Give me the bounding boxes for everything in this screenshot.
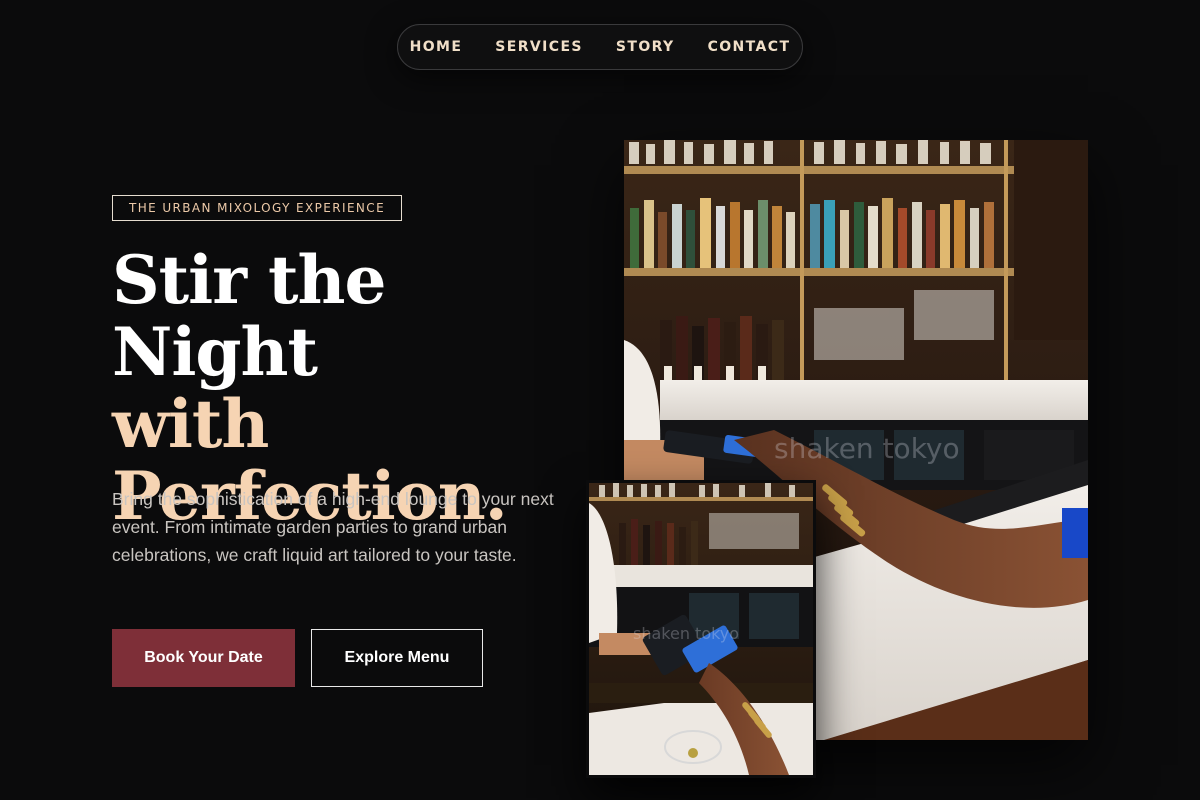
- book-your-date-button[interactable]: Book Your Date: [112, 629, 295, 687]
- large-photo-watermark: shaken tokyo: [774, 432, 960, 465]
- bar-scene-closeup-illustration: shaken tokyo: [589, 483, 813, 775]
- main-nav: HOME SERVICES STORY CONTACT: [397, 24, 803, 70]
- nav-story-link[interactable]: STORY: [616, 39, 675, 55]
- hero-eyebrow-badge: THE URBAN MIXOLOGY EXPERIENCE: [112, 195, 403, 221]
- bar-photo-small: shaken tokyo: [586, 480, 816, 778]
- nav-home-link[interactable]: HOME: [410, 39, 463, 55]
- headline-line-1: Stir the Night: [112, 241, 386, 391]
- headline-line-2: with: [112, 385, 269, 463]
- nav-contact-link[interactable]: CONTACT: [708, 39, 791, 55]
- small-photo-watermark: shaken tokyo: [633, 624, 739, 643]
- nav-services-link[interactable]: SERVICES: [495, 39, 583, 55]
- explore-menu-button[interactable]: Explore Menu: [311, 629, 483, 687]
- hero-description: Bring the sophistication of a high-end l…: [112, 489, 554, 565]
